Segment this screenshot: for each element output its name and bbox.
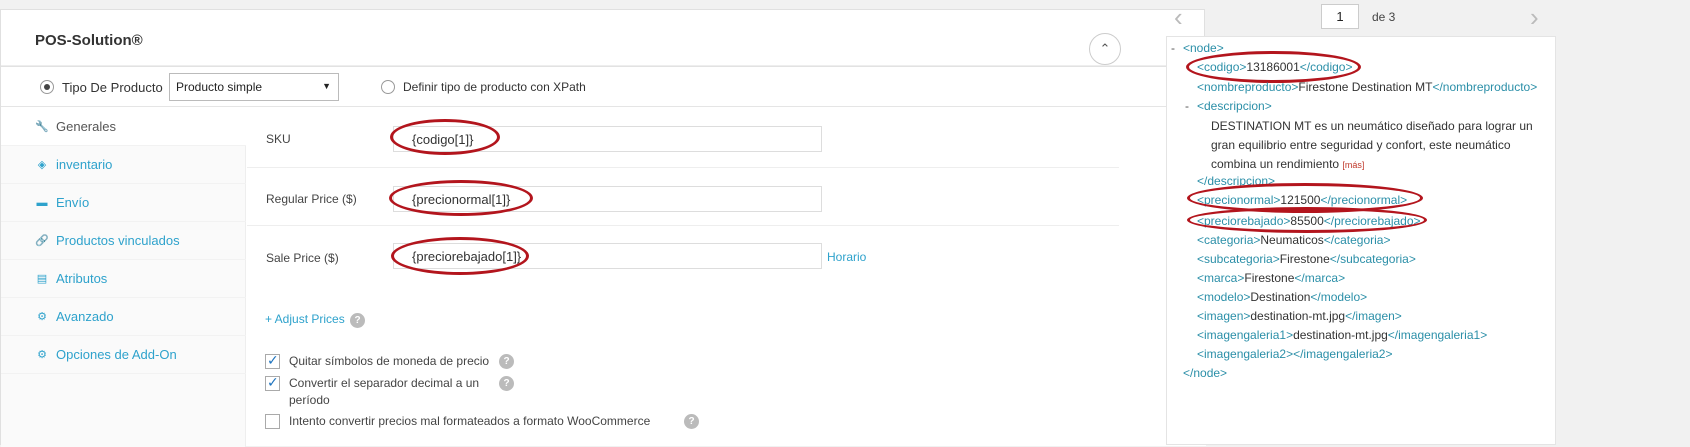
tab-label: Envío xyxy=(56,195,90,210)
collapse-descripcion-toggle[interactable]: - xyxy=(1185,99,1189,113)
product-data-tabs: 🔧 Generales ◈ inventario ▬ Envío 🔗 Produ… xyxy=(1,108,246,447)
link-icon: 🔗 xyxy=(35,235,49,247)
tab-inventario[interactable]: ◈ inventario xyxy=(1,146,246,184)
xml-nombreproducto: <nombreproducto>Firestone Destination MT… xyxy=(1197,80,1538,94)
metabox-title: POS-Solution® xyxy=(35,32,143,49)
prev-record-icon[interactable]: ‹ xyxy=(1174,2,1183,33)
sku-value: {codigo[1]} xyxy=(412,131,474,147)
product-type-select-value: Producto simple xyxy=(176,80,263,94)
strip-currency-label: Quitar símbolos de moneda de precio xyxy=(289,354,490,368)
strip-currency-checkbox[interactable] xyxy=(265,352,280,369)
xml-preciorebajado: <preciorebajado>85500</preciorebajado> xyxy=(1197,214,1421,228)
xml-preview-panel: ‹ de 3 › - <node> <codigo>13186001</codi… xyxy=(1166,0,1690,445)
help-icon[interactable]: ? xyxy=(499,376,514,391)
page-count: de 3 xyxy=(1372,10,1396,24)
sale-price-value: {preciorebajado[1]} xyxy=(412,248,522,264)
regular-price-value: {precionormal[1]} xyxy=(412,191,511,207)
xml-imagengaleria1: <imagengaleria1>destination-mt.jpg</imag… xyxy=(1197,328,1488,342)
help-icon[interactable]: ? xyxy=(499,354,514,369)
decimal-separator-checkbox[interactable] xyxy=(265,374,280,391)
more-link[interactable]: [más] xyxy=(1342,160,1364,170)
sale-price-row: Sale Price ($) {preciorebajado[1]} Horar… xyxy=(247,226,1119,286)
tab-label: Avanzado xyxy=(56,309,114,324)
tab-envio[interactable]: ▬ Envío xyxy=(1,184,246,222)
xml-precionormal: <precionormal>121500</precionormal> xyxy=(1197,193,1408,207)
help-icon[interactable]: ? xyxy=(684,414,699,429)
list-icon: ▤ xyxy=(36,273,48,285)
xml-marca: <marca>Firestone</marca> xyxy=(1197,271,1346,285)
schedule-link[interactable]: Horario xyxy=(827,250,866,264)
xml-tree: - <node> <codigo>13186001</codigo> <nomb… xyxy=(1166,36,1556,445)
tab-atributos[interactable]: ▤ Atributos xyxy=(1,260,246,298)
wrench-icon: 🔧 xyxy=(35,121,49,133)
xml-categoria: <categoria>Neumaticos</categoria> xyxy=(1197,233,1391,247)
xml-subcategoria: <subcategoria>Firestone</subcategoria> xyxy=(1197,252,1416,266)
tab-label: Productos vinculados xyxy=(56,233,180,248)
xml-descripcion-text: DESTINATION MT es un neumático diseñado … xyxy=(1211,119,1533,171)
metabox-header: POS-Solution® ⌃ xyxy=(1,10,1204,66)
help-icon[interactable]: ? xyxy=(350,313,365,328)
sale-price-input[interactable]: {preciorebajado[1]} xyxy=(393,243,822,269)
regular-price-input[interactable]: {precionormal[1]} xyxy=(393,186,822,212)
xml-imagen: <imagen>destination-mt.jpg</imagen> xyxy=(1197,309,1402,323)
gear-icon: ⚙ xyxy=(37,311,47,323)
xpath-type-label: Definir tipo de producto con XPath xyxy=(403,80,586,94)
xml-node-open: <node> xyxy=(1183,41,1224,55)
xml-codigo: <codigo>13186001</codigo> xyxy=(1197,60,1353,74)
tab-label: Atributos xyxy=(56,271,108,286)
truck-icon: ▬ xyxy=(36,196,48,209)
tab-opciones-add-on[interactable]: ⚙ Opciones de Add-On xyxy=(1,336,246,374)
chevron-down-icon: ▼ xyxy=(322,81,331,91)
product-type-row: Tipo De Producto Producto simple ▼ Defin… xyxy=(1,67,1206,107)
regular-price-row: Regular Price ($) {precionormal[1]} xyxy=(247,168,1119,226)
chevron-up-icon: ⌃ xyxy=(1099,41,1111,56)
pos-solution-metabox: POS-Solution® ⌃ Tipo De Producto Product… xyxy=(0,9,1206,447)
tab-label: inventario xyxy=(56,157,113,172)
xml-imagengaleria2: <imagengaleria2></imagengaleria2> xyxy=(1197,347,1393,361)
tab-generales[interactable]: 🔧 Generales xyxy=(1,108,246,146)
xml-descripcion-open: <descripcion> xyxy=(1197,99,1272,113)
tab-label: Generales xyxy=(56,119,116,134)
sale-price-label: Sale Price ($) xyxy=(266,251,339,265)
product-type-label: Tipo De Producto xyxy=(62,80,163,95)
xml-descripcion-close: </descripcion> xyxy=(1197,174,1276,188)
tab-productos-vinculados[interactable]: 🔗 Productos vinculados xyxy=(1,222,246,260)
decimal-separator-label: Convertir el separador decimal a un perí… xyxy=(289,376,480,407)
sku-input[interactable]: {codigo[1]} xyxy=(393,126,822,152)
tab-label: Opciones de Add-On xyxy=(56,347,177,362)
general-fields: SKU {codigo[1]} Regular Price ($) {preci… xyxy=(247,108,1119,433)
xpath-type-radio[interactable] xyxy=(381,80,395,94)
product-data-panel: Tipo De Producto Producto simple ▼ Defin… xyxy=(1,66,1206,447)
sku-label: SKU xyxy=(266,132,291,146)
collapse-node-toggle[interactable]: - xyxy=(1171,41,1175,55)
gear-icon: ⚙ xyxy=(37,349,47,361)
xml-node-close: </node> xyxy=(1183,366,1228,380)
product-type-select[interactable]: Producto simple ▼ xyxy=(169,73,339,101)
collapse-button[interactable]: ⌃ xyxy=(1089,33,1121,65)
tag-icon: ◈ xyxy=(37,159,47,171)
adjust-prices-link[interactable]: + Adjust Prices xyxy=(265,312,345,326)
xml-modelo: <modelo>Destination</modelo> xyxy=(1197,290,1368,304)
convert-format-label: Intento convertir precios mal formateado… xyxy=(289,414,651,428)
tab-avanzado[interactable]: ⚙ Avanzado xyxy=(1,298,246,336)
product-type-radio[interactable] xyxy=(40,80,54,94)
sku-row: SKU {codigo[1]} xyxy=(247,108,1119,168)
next-record-icon[interactable]: › xyxy=(1530,2,1539,33)
convert-format-checkbox[interactable] xyxy=(265,414,280,429)
page-number-input[interactable] xyxy=(1321,4,1359,29)
record-pager: ‹ de 3 › xyxy=(1174,0,1690,36)
regular-price-label: Regular Price ($) xyxy=(266,192,357,206)
